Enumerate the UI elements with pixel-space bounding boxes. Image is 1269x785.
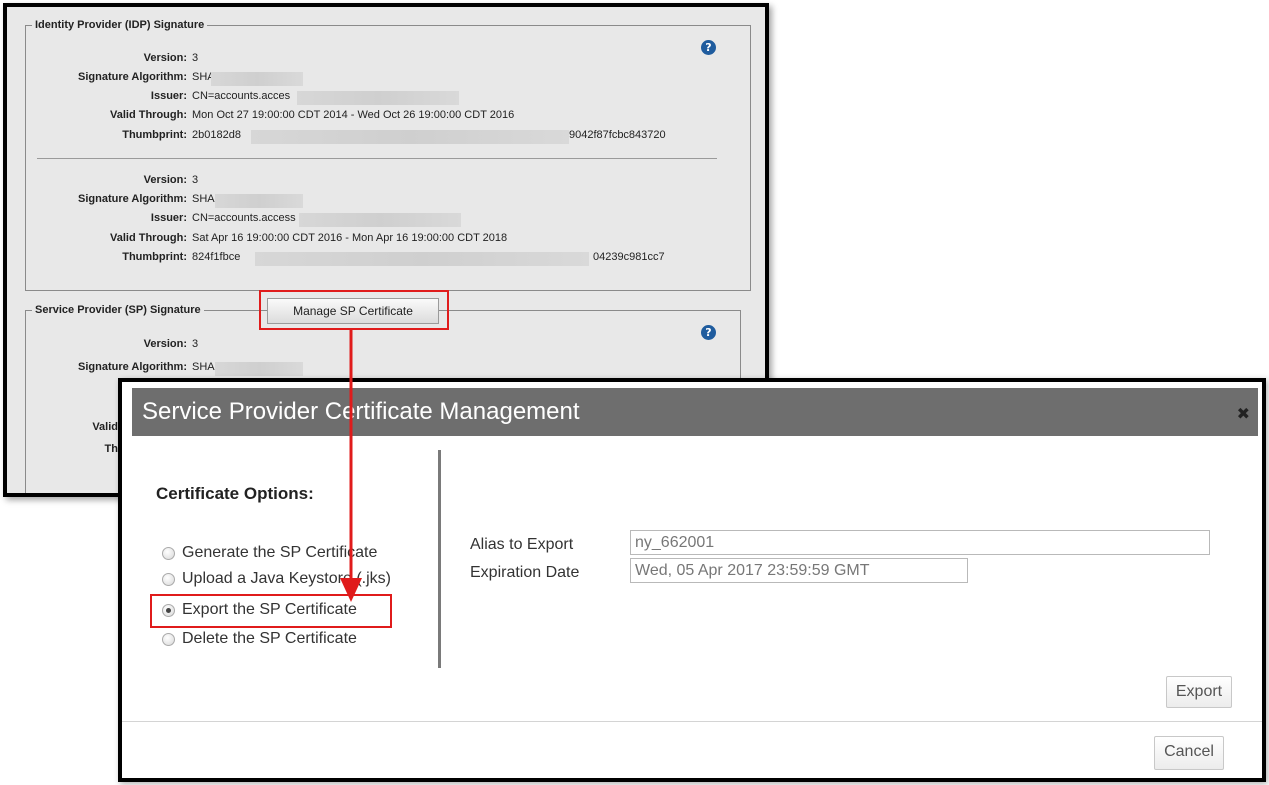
idp-signature-legend: Identity Provider (IDP) Signature xyxy=(35,19,205,31)
version-label: Version: xyxy=(143,174,187,186)
idp-cert1-algorithm-row: Signature Algorithm: xyxy=(7,71,187,87)
version-label: Version: xyxy=(143,52,187,64)
cert-divider xyxy=(37,158,717,159)
dialog-title: Service Provider Certificate Management xyxy=(142,398,580,425)
redacted-area xyxy=(251,130,569,144)
version-label: Version: xyxy=(143,338,187,350)
highlight-box xyxy=(150,594,392,628)
idp-cert2-algorithm-row: Signature Algorithm: xyxy=(7,193,187,209)
alias-label: Alias to Export xyxy=(470,536,574,553)
dialog-header: Service Provider Certificate Management … xyxy=(132,388,1258,436)
idp-cert2-issuer: CN=accounts.access xyxy=(192,212,296,224)
help-icon[interactable]: ? xyxy=(701,325,716,340)
idp-cert1-issuer-row: Issuer: xyxy=(7,90,187,106)
sp-algorithm-row: Signature Algorithm: xyxy=(7,361,187,377)
idp-cert2-version-row: Version: xyxy=(7,174,187,190)
sp-thumb-row: Th xyxy=(7,443,118,459)
option-label: Generate the SP Certificate xyxy=(182,544,378,561)
radio-button-icon[interactable] xyxy=(162,633,175,646)
algorithm-label: Signature Algorithm: xyxy=(78,193,187,205)
alias-input[interactable]: ny_662001 xyxy=(630,530,1210,555)
idp-cert2-thumb-start: 824f1fbce xyxy=(192,251,241,263)
highlight-box xyxy=(259,290,449,330)
thumbprint-label-partial: Th xyxy=(104,443,118,455)
expiration-date-input: Wed, 05 Apr 2017 23:59:59 GMT xyxy=(630,558,968,583)
idp-cert2-thumb-row: Thumbprint: xyxy=(7,251,187,267)
sp-version-row: Version: xyxy=(7,338,187,354)
algorithm-label: Signature Algorithm: xyxy=(78,71,187,83)
valid-through-label: Valid Through: xyxy=(110,109,187,121)
cancel-button[interactable]: Cancel xyxy=(1154,736,1224,770)
export-button[interactable]: Export xyxy=(1166,676,1232,708)
idp-cert2-valid: Sat Apr 16 19:00:00 CDT 2016 - Mon Apr 1… xyxy=(192,232,508,244)
valid-through-label-partial: Valid xyxy=(92,421,118,433)
issuer-label: Issuer: xyxy=(150,90,187,102)
redacted-area xyxy=(255,252,589,266)
redacted-area xyxy=(215,362,303,376)
thumbprint-label: Thumbprint: xyxy=(122,251,187,263)
idp-cert2-issuer-row: Issuer: xyxy=(7,212,187,228)
valid-through-label: Valid Through: xyxy=(110,232,187,244)
redacted-area xyxy=(215,194,303,208)
idp-cert2-version: 3 xyxy=(192,174,199,186)
idp-cert2-algorithm: SHA xyxy=(192,193,215,205)
certificate-options-title: Certificate Options: xyxy=(156,484,314,503)
idp-cert1-thumb-row: Thumbprint: xyxy=(7,129,187,145)
idp-cert1-valid: Mon Oct 27 19:00:00 CDT 2014 - Wed Oct 2… xyxy=(192,109,515,121)
options-divider xyxy=(438,450,441,668)
redacted-area xyxy=(299,213,461,227)
sp-algorithm: SHA xyxy=(192,361,215,373)
redacted-area xyxy=(211,72,303,86)
sp-signature-legend: Service Provider (SP) Signature xyxy=(35,304,201,316)
idp-cert1-thumb-start: 2b0182d8 xyxy=(192,129,241,141)
radio-button-icon[interactable] xyxy=(162,547,175,560)
redacted-area xyxy=(297,91,459,105)
idp-cert1-version: 3 xyxy=(192,52,199,64)
expiration-label: Expiration Date xyxy=(470,564,580,581)
idp-cert1-thumb-end: 9042f87fcbc843720 xyxy=(569,129,666,141)
idp-cert1-version-row: Version: xyxy=(7,52,187,68)
idp-cert2-thumb-end: 04239c981cc7 xyxy=(593,251,665,263)
radio-button-icon[interactable] xyxy=(162,573,175,586)
thumbprint-label: Thumbprint: xyxy=(122,129,187,141)
idp-cert2-valid-row: Valid Through: xyxy=(7,232,187,248)
option-label: Upload a Java Keystore (.jks) xyxy=(182,570,391,587)
algorithm-label: Signature Algorithm: xyxy=(78,361,187,373)
sp-version: 3 xyxy=(192,338,199,350)
sp-valid-row: Valid xyxy=(7,421,118,437)
issuer-label: Issuer: xyxy=(150,212,187,224)
certificate-management-dialog: Service Provider Certificate Management … xyxy=(118,378,1266,782)
help-icon[interactable]: ? xyxy=(701,40,716,55)
close-icon[interactable]: ✖ xyxy=(1237,404,1250,423)
idp-cert1-valid-row: Valid Through: xyxy=(7,109,187,125)
dialog-footer-divider xyxy=(122,721,1262,722)
option-label: Delete the SP Certificate xyxy=(182,630,357,647)
idp-cert1-issuer: CN=accounts.acces xyxy=(192,90,291,102)
